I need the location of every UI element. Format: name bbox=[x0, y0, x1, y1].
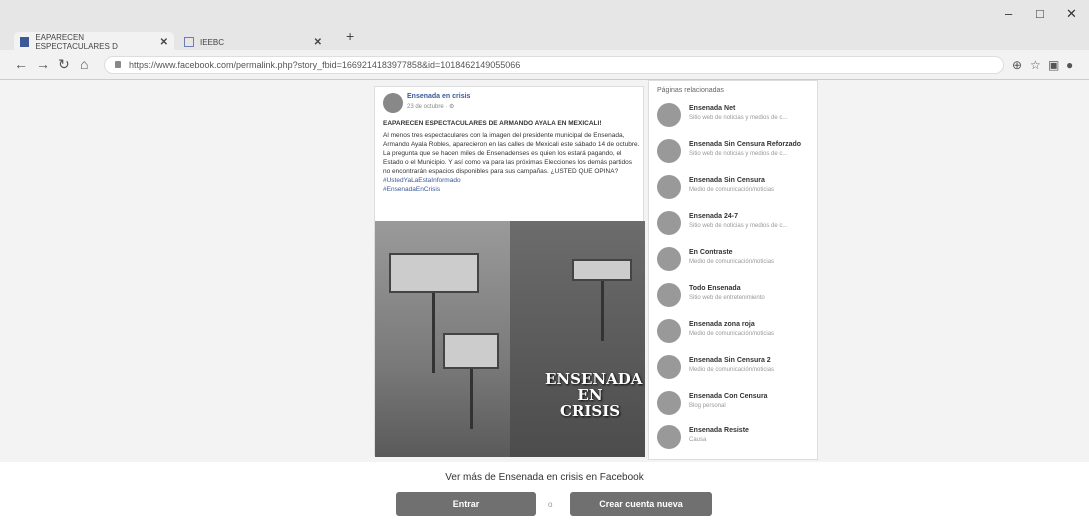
back-icon[interactable]: ← bbox=[14, 56, 28, 72]
lock-icon bbox=[115, 61, 121, 68]
billboard-pole bbox=[432, 293, 435, 373]
new-tab-button[interactable]: + bbox=[346, 28, 354, 44]
post-headline: EAPARECEN ESPECTACULARES DE ARMANDO AYAL… bbox=[383, 120, 602, 127]
tab-title: IEEBC bbox=[200, 37, 225, 47]
forward-icon[interactable]: → bbox=[36, 56, 50, 72]
related-page-desc: Sitio web de noticias y medios de c... bbox=[689, 223, 788, 229]
toolbar: ← → ↻ ⌂ https://www.facebook.com/permali… bbox=[0, 50, 1089, 80]
page-name[interactable]: Ensenada en crisis bbox=[407, 93, 470, 100]
related-page-name[interactable]: Ensenada zona roja bbox=[689, 321, 755, 328]
billboard bbox=[443, 333, 499, 369]
post-body: Al menos tres espectaculares con la imag… bbox=[383, 132, 640, 175]
tab-ieebc[interactable]: IEEBC ✕ bbox=[178, 32, 328, 52]
page-thumbnail bbox=[657, 175, 681, 199]
page-thumbnail bbox=[657, 103, 681, 127]
see-more-text: Ver más de Ensenada en crisis en Faceboo… bbox=[445, 472, 644, 483]
related-page-item[interactable]: Ensenada Sin Censura 2 Medio de comunica… bbox=[657, 349, 817, 389]
close-window-button[interactable]: ✕ bbox=[1066, 6, 1077, 22]
tab-active[interactable]: EAPARECEN ESPECTACULARES D ✕ bbox=[14, 32, 174, 52]
related-page-desc: Medio de comunicación/noticias bbox=[689, 187, 775, 193]
page-thumbnail bbox=[657, 247, 681, 271]
minimize-button[interactable]: – bbox=[1005, 6, 1012, 21]
page-icon bbox=[184, 37, 194, 47]
home-icon[interactable]: ⌂ bbox=[80, 56, 88, 72]
related-page-desc: Sitio web de noticias y medios de c... bbox=[689, 151, 788, 157]
related-page-desc: Medio de comunicación/noticias bbox=[689, 367, 775, 373]
related-page-desc: Blog personal bbox=[689, 403, 726, 409]
related-page-desc: Sitio web de entretenimiento bbox=[689, 295, 765, 301]
tab-bar: EAPARECEN ESPECTACULARES D ✕ IEEBC ✕ + –… bbox=[0, 0, 1089, 52]
billboard-photo bbox=[510, 221, 645, 457]
page-avatar[interactable] bbox=[383, 93, 403, 113]
facebook-post: Ensenada en crisis 23 de octubre · ⚙ EAP… bbox=[374, 86, 645, 457]
related-page-desc: Causa bbox=[689, 437, 707, 443]
page-thumbnail bbox=[657, 319, 681, 343]
billboard bbox=[572, 259, 632, 281]
url-text: https://www.facebook.com/permalink.php?s… bbox=[129, 60, 521, 70]
bookmark-star-icon[interactable]: ☆ bbox=[1030, 58, 1041, 72]
create-account-button[interactable]: Crear cuenta nueva bbox=[570, 492, 712, 516]
related-page-desc: Sitio web de noticias y medios de c... bbox=[689, 115, 788, 121]
crisis-logo-text: ENSENADA EN CRISIS bbox=[545, 370, 643, 420]
page-thumbnail bbox=[657, 425, 681, 449]
related-page-item[interactable]: Ensenada zona roja Medio de comunicación… bbox=[657, 313, 817, 353]
zoom-icon[interactable]: ⊕ bbox=[1012, 58, 1022, 72]
related-page-name[interactable]: Ensenada 24-7 bbox=[689, 213, 738, 220]
related-page-item[interactable]: Todo Ensenada Sitio web de entretenimien… bbox=[657, 277, 817, 317]
post-text: EAPARECEN ESPECTACULARES DE ARMANDO AYAL… bbox=[383, 119, 641, 194]
tab-title: EAPARECEN ESPECTACULARES D bbox=[35, 33, 118, 51]
billboard-pole bbox=[601, 281, 604, 341]
extension-icon[interactable]: ▣ bbox=[1048, 58, 1059, 72]
page-thumbnail bbox=[657, 139, 681, 163]
page-thumbnail bbox=[657, 283, 681, 307]
related-page-name[interactable]: Ensenada Sin Censura bbox=[689, 177, 765, 184]
post-image[interactable]: ENSENADA EN CRISIS bbox=[375, 221, 645, 457]
billboard-photo bbox=[375, 221, 510, 457]
related-page-desc: Medio de comunicación/noticias bbox=[689, 331, 775, 337]
profile-icon[interactable]: ● bbox=[1066, 58, 1073, 72]
related-page-name[interactable]: Ensenada Con Censura bbox=[689, 393, 768, 400]
page-thumbnail bbox=[657, 355, 681, 379]
related-pages-panel: Páginas relacionadas Ensenada Net Sitio … bbox=[648, 80, 818, 460]
related-page-item[interactable]: Ensenada Resiste Causa bbox=[657, 419, 817, 459]
login-banner: Ver más de Ensenada en crisis en Faceboo… bbox=[0, 462, 1089, 520]
related-page-item[interactable]: Ensenada Net Sitio web de noticias y med… bbox=[657, 97, 817, 137]
close-tab-icon[interactable]: ✕ bbox=[314, 37, 322, 48]
post-date[interactable]: 23 de octubre · ⚙ bbox=[407, 103, 454, 110]
login-button[interactable]: Entrar bbox=[396, 492, 536, 516]
related-page-name[interactable]: Ensenada Net bbox=[689, 105, 735, 112]
related-page-desc: Medio de comunicación/noticias bbox=[689, 259, 775, 265]
page-thumbnail bbox=[657, 391, 681, 415]
related-page-item[interactable]: Ensenada Sin Censura Medio de comunicaci… bbox=[657, 169, 817, 209]
billboard-pole bbox=[470, 369, 473, 429]
related-page-name[interactable]: Ensenada Sin Censura Reforzado bbox=[689, 141, 801, 148]
close-tab-icon[interactable]: ✕ bbox=[160, 37, 168, 48]
billboard bbox=[389, 253, 479, 293]
related-page-name[interactable]: En Contraste bbox=[689, 249, 733, 256]
related-page-name[interactable]: Ensenada Sin Censura 2 bbox=[689, 357, 771, 364]
maximize-button[interactable]: □ bbox=[1036, 6, 1044, 21]
related-page-item[interactable]: Ensenada Sin Censura Reforzado Sitio web… bbox=[657, 133, 817, 173]
hashtag-link[interactable]: #EnsenadaEnCrisis bbox=[383, 185, 641, 194]
related-page-item[interactable]: Ensenada 24-7 Sitio web de noticias y me… bbox=[657, 205, 817, 245]
address-bar[interactable]: https://www.facebook.com/permalink.php?s… bbox=[104, 56, 1004, 74]
related-page-name[interactable]: Todo Ensenada bbox=[689, 285, 741, 292]
facebook-icon bbox=[20, 37, 30, 47]
related-page-name[interactable]: Ensenada Resiste bbox=[689, 427, 749, 434]
hashtag-link[interactable]: #UstedYaLaEstaInformado bbox=[383, 176, 641, 185]
page-thumbnail bbox=[657, 211, 681, 235]
reload-icon[interactable]: ↻ bbox=[58, 56, 70, 73]
related-pages-header: Páginas relacionadas bbox=[657, 87, 724, 94]
related-page-item[interactable]: En Contraste Medio de comunicación/notic… bbox=[657, 241, 817, 281]
or-separator: o bbox=[548, 500, 553, 509]
